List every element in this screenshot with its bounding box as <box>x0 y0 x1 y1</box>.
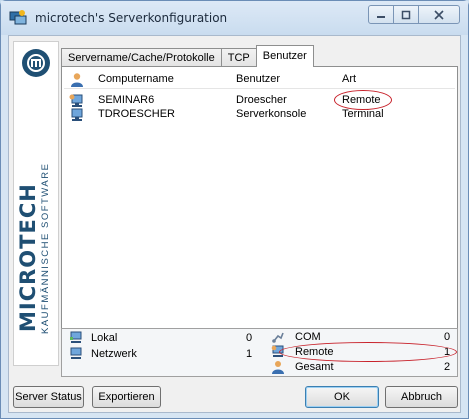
stat-remote-value: 1 <box>444 346 451 358</box>
table-row[interactable]: SEMINAR6 Droescher Remote <box>64 94 455 108</box>
tab-servername[interactable]: Servername/Cache/Protokolle <box>61 48 222 67</box>
column-header-benutzer[interactable]: Benutzer <box>236 73 280 85</box>
tab-tcp[interactable]: TCP <box>220 48 257 67</box>
window-title: microtech's Serverkonfiguration <box>35 11 228 25</box>
user-icon <box>71 73 83 87</box>
table-row[interactable]: TDROESCHER Serverkonsole Terminal <box>64 108 455 122</box>
stat-gesamt-value: 2 <box>444 361 451 373</box>
tab-bar: Servername/Cache/Protokolle TCP Benutzer <box>61 45 314 67</box>
ok-button[interactable]: OK <box>305 386 379 408</box>
row-computername: TDROESCHER <box>98 108 176 120</box>
remote-computer-icon <box>271 345 284 357</box>
microtech-logo-icon <box>22 49 50 77</box>
title-bar[interactable]: microtech's Serverkonfiguration <box>1 1 468 35</box>
maximize-icon <box>401 10 411 19</box>
maximize-button[interactable] <box>393 5 419 24</box>
server-status-button[interactable]: Server Status <box>13 386 84 408</box>
remote-computer-icon <box>69 94 83 107</box>
row-computername: SEMINAR6 <box>98 94 155 106</box>
com-plug-icon <box>272 332 284 343</box>
stat-com-label: COM <box>295 331 321 343</box>
minimize-button[interactable] <box>368 5 394 24</box>
row-benutzer: Serverkonsole <box>236 108 307 120</box>
minimize-icon <box>377 15 385 18</box>
stat-remote-label: Remote <box>295 346 334 358</box>
tab-benutzer[interactable]: Benutzer <box>255 45 314 67</box>
microtech-logo-panel: MICROTECH KAUFMÄNNISCHE SOFTWARE <box>13 41 59 366</box>
column-header-art[interactable]: Art <box>342 73 356 85</box>
stat-lokal-value: 0 <box>246 332 253 344</box>
logo-wordmark: MICROTECH <box>16 183 40 332</box>
server-config-window: microtech's Serverkonfiguration MICROTEC… <box>0 0 469 419</box>
row-art: Remote <box>342 94 381 106</box>
users-total-icon <box>272 361 284 374</box>
list-header: Computername Benutzer Art <box>64 69 455 89</box>
stat-lokal-label: Lokal <box>91 332 118 344</box>
exportieren-button[interactable]: Exportieren <box>92 386 161 408</box>
user-list-panel: Computername Benutzer Art SEMINAR6 Droes… <box>61 66 458 367</box>
column-header-computername[interactable]: Computername <box>98 73 174 85</box>
dialog-client-area: MICROTECH KAUFMÄNNISCHE SOFTWARE Servern… <box>8 35 461 413</box>
network-computer-icon <box>70 347 82 359</box>
app-icon <box>9 10 27 25</box>
caption-buttons <box>368 5 460 24</box>
connection-summary: Lokal 0 Netzwerk 1 COM 0 Remote 1 Gesamt… <box>61 328 458 377</box>
stat-netzwerk-value: 1 <box>246 348 253 360</box>
stat-com-value: 0 <box>444 331 451 343</box>
abbruch-button[interactable]: Abbruch <box>385 386 458 408</box>
stat-gesamt-label: Gesamt <box>295 361 334 373</box>
computer-icon <box>71 108 83 121</box>
row-art: Terminal <box>342 108 384 120</box>
row-benutzer: Droescher <box>236 94 287 106</box>
logo-subtitle: KAUFMÄNNISCHE SOFTWARE <box>40 162 51 334</box>
local-computer-icon <box>70 331 82 343</box>
close-button[interactable] <box>418 5 460 24</box>
stat-netzwerk-label: Netzwerk <box>91 348 137 360</box>
close-icon <box>434 9 444 20</box>
